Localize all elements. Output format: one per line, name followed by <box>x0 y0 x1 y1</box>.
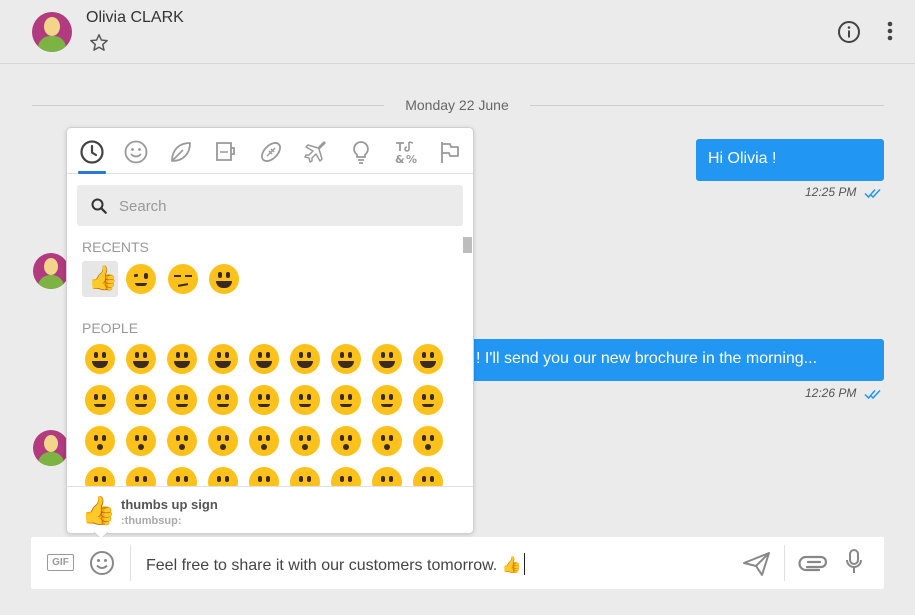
outgoing-message[interactable]: ! I'll send you our new brochure in the … <box>420 339 884 381</box>
airplane-icon <box>304 141 326 163</box>
microphone-icon[interactable] <box>845 549 863 575</box>
tab-travel[interactable] <box>300 136 332 168</box>
emoji-wink[interactable] <box>123 261 159 297</box>
preview-name: thumbs up sign <box>121 497 218 512</box>
paperclip-icon[interactable] <box>797 551 829 575</box>
emoji-nerd[interactable] <box>369 423 405 459</box>
emoji-kissing-smiling-eyes[interactable] <box>123 423 159 459</box>
svg-text:&: & <box>395 153 405 165</box>
emoji-kissing-closed-eyes[interactable] <box>164 423 200 459</box>
emoji-grinning[interactable] <box>82 341 118 377</box>
cup-icon <box>216 142 235 161</box>
emoji-stuck-out-tongue-closed-eyes[interactable] <box>246 423 282 459</box>
emoji-scrollbar[interactable] <box>463 237 472 253</box>
message-input[interactable]: Feel free to share it with our customers… <box>146 553 525 575</box>
tab-flags[interactable] <box>434 136 466 168</box>
contact-avatar-small <box>33 253 69 289</box>
emoji-upside-down[interactable] <box>205 382 241 418</box>
info-icon[interactable] <box>837 20 861 44</box>
emoji-stuck-out-tongue-winking-eye[interactable] <box>205 423 241 459</box>
emoji-search-input[interactable] <box>119 195 449 217</box>
tab-symbols[interactable]: & % <box>390 136 422 168</box>
message-time: 12:25 PM <box>805 185 857 199</box>
emoji-relaxed[interactable] <box>246 382 282 418</box>
emoji-kissing-heart[interactable] <box>410 382 446 418</box>
tab-food[interactable] <box>210 136 242 168</box>
outgoing-message[interactable]: Hi Olivia ! <box>696 139 884 181</box>
smiley-icon <box>124 140 148 164</box>
emoji-thumbs-up[interactable]: 👍 <box>82 261 118 297</box>
contact-avatar-small <box>33 430 69 466</box>
message-text: Hi Olivia ! <box>708 150 777 167</box>
more-vertical-icon[interactable] <box>880 19 900 43</box>
tab-activity[interactable] <box>255 136 287 168</box>
emoji-wink[interactable] <box>82 382 118 418</box>
emoji-smiley[interactable] <box>246 341 282 377</box>
tab-nature[interactable] <box>165 136 197 168</box>
emoji-sunglasses[interactable] <box>410 423 446 459</box>
emoji-yum[interactable] <box>287 382 323 418</box>
read-receipt-icon <box>864 188 881 199</box>
message-input-text: Feel free to share it with our customers… <box>146 557 502 574</box>
send-icon[interactable] <box>742 550 772 578</box>
tab-people[interactable] <box>120 136 152 168</box>
emoji-category-tabs: & % <box>67 128 473 174</box>
emoji-stuck-out-tongue[interactable] <box>287 423 323 459</box>
emoji-grimacing[interactable] <box>123 341 159 377</box>
emoji-picker: & % RECENTS 👍 PEOPLE 👍 <box>66 127 474 534</box>
contact-avatar[interactable] <box>32 12 72 52</box>
symbols-icon: & % <box>395 141 417 165</box>
emoji-heart-eyes[interactable] <box>369 382 405 418</box>
flag-icon <box>441 142 459 163</box>
emoji-grin[interactable] <box>164 341 200 377</box>
emoji-unamused[interactable] <box>165 261 201 297</box>
lightbulb-icon <box>353 141 369 164</box>
date-separator: Monday 22 June <box>0 96 915 116</box>
category-label-recents: RECENTS <box>82 239 149 255</box>
emoji-slightly-smiling[interactable] <box>164 382 200 418</box>
emoji-smile[interactable] <box>287 341 323 377</box>
emoji-grin[interactable] <box>206 261 242 297</box>
tab-recent[interactable] <box>76 136 108 174</box>
emoji-joy[interactable] <box>205 341 241 377</box>
emoji-money-mouth[interactable] <box>328 423 364 459</box>
tab-objects[interactable] <box>345 136 377 168</box>
message-text: ! I'll send you our new brochure in the … <box>476 350 818 367</box>
emoji-relieved[interactable] <box>328 382 364 418</box>
message-composer: GIF Feel free to share it with our custo… <box>31 537 884 589</box>
emoji-laughing[interactable] <box>369 341 405 377</box>
emoji-preview: 👍 thumbs up sign :thumbsup: <box>67 486 473 533</box>
emoji-kissing[interactable] <box>82 423 118 459</box>
inline-emoji: 👍 <box>501 557 522 574</box>
clock-icon <box>80 140 104 164</box>
read-receipt-icon <box>864 389 881 400</box>
date-label: Monday 22 June <box>405 97 509 113</box>
gif-button[interactable]: GIF <box>47 554 74 571</box>
emoji-button[interactable] <box>89 550 115 576</box>
search-icon <box>91 198 107 214</box>
svg-text:%: % <box>406 153 417 165</box>
preview-shortcode: :thumbsup: <box>121 515 182 527</box>
category-label-people: PEOPLE <box>82 320 139 336</box>
emoji-sweat-smile[interactable] <box>328 341 364 377</box>
leaf-icon <box>171 142 191 162</box>
preview-emoji: 👍 <box>81 495 116 526</box>
football-icon <box>261 142 281 162</box>
emoji-innocent[interactable] <box>410 341 446 377</box>
contact-name[interactable]: Olivia CLARK <box>86 9 184 27</box>
message-time: 12:26 PM <box>805 386 857 400</box>
chat-header: Olivia CLARK <box>0 0 915 64</box>
emoji-blush[interactable] <box>123 382 159 418</box>
star-icon[interactable] <box>88 32 110 54</box>
emoji-search <box>77 185 463 226</box>
